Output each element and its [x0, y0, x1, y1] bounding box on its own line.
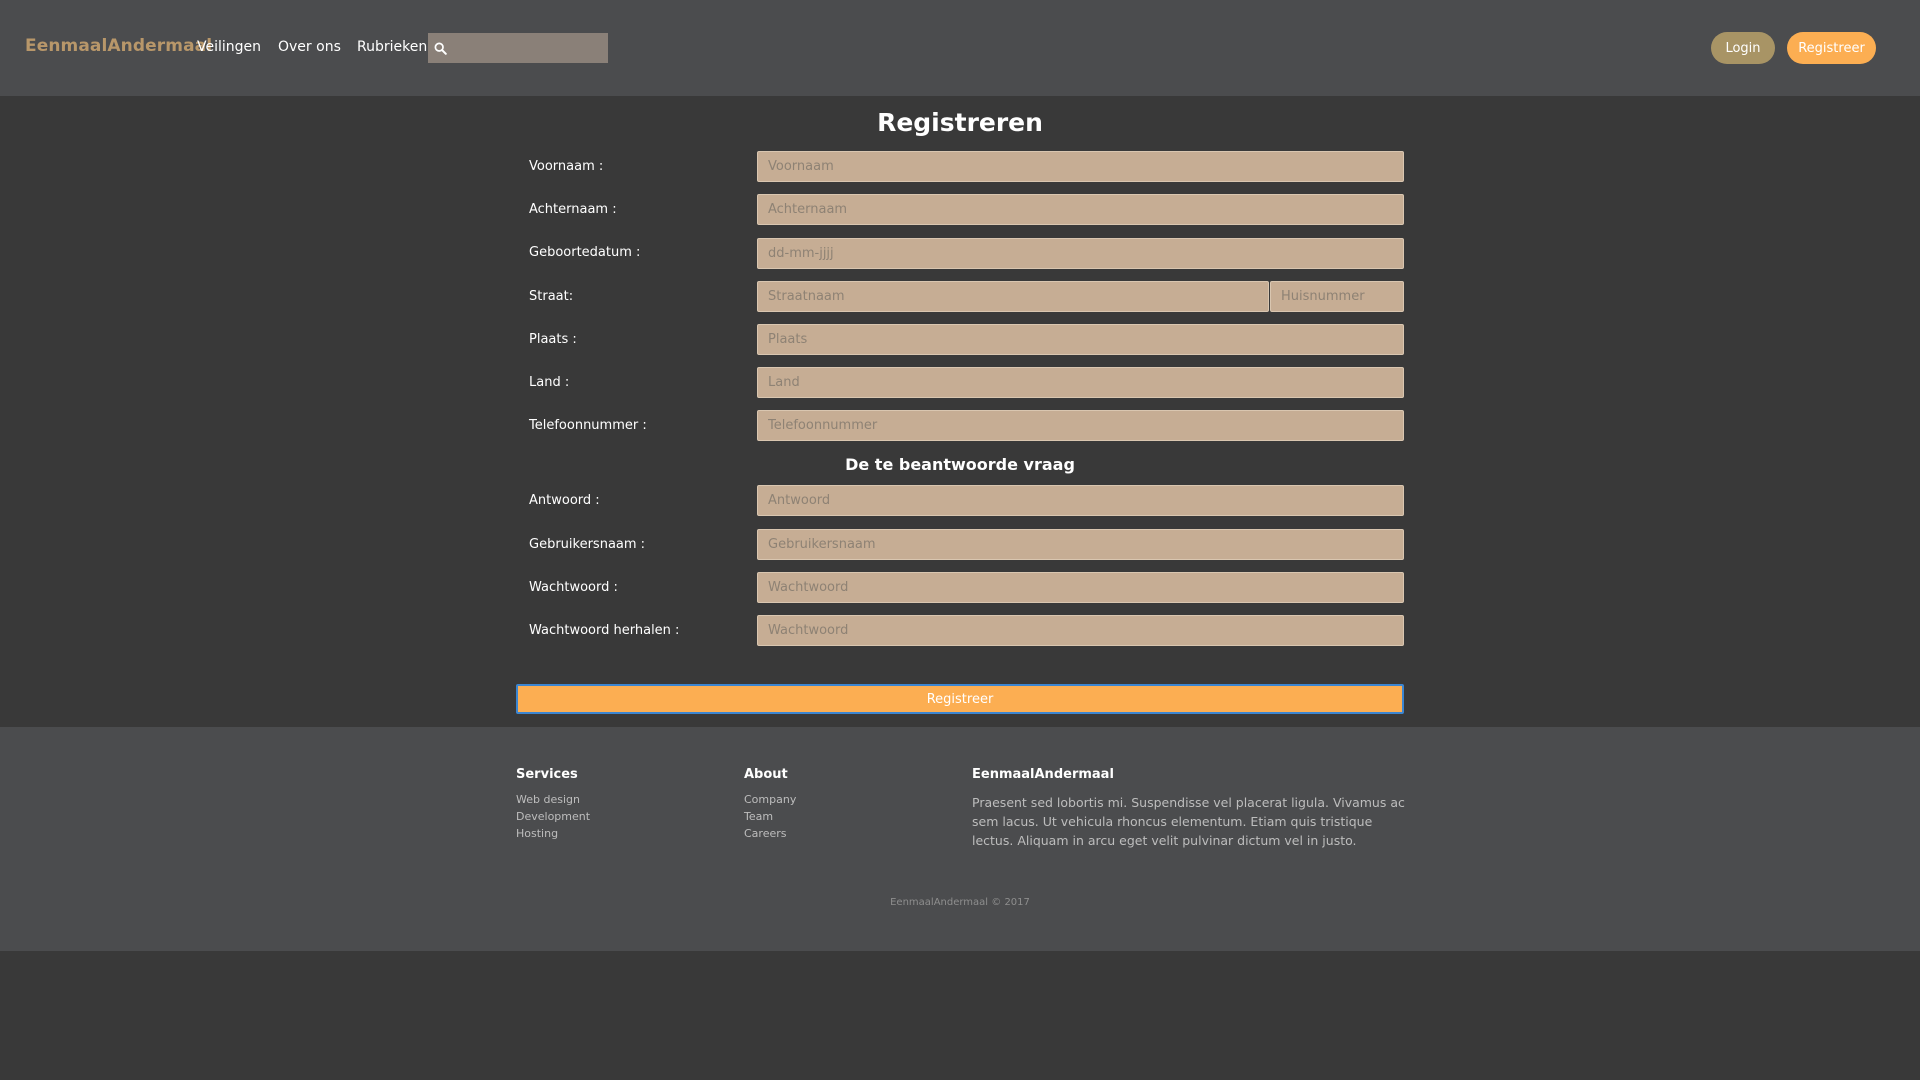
land-field[interactable] — [757, 367, 1404, 398]
footer-link-hosting[interactable]: Hosting — [516, 827, 558, 840]
copyright-text: EenmaalAndermaal © 2017 — [890, 897, 1030, 908]
search-box — [428, 33, 622, 63]
footer-about-heading: About — [744, 767, 788, 782]
footer-link-company[interactable]: Company — [744, 793, 796, 806]
nav-link-rubrieken[interactable]: Rubrieken — [357, 39, 427, 55]
gebruikersnaam-field[interactable] — [757, 529, 1404, 560]
security-question-heading: De te beantwoorde vraag — [845, 455, 1075, 474]
wachtwoord-field[interactable] — [757, 572, 1404, 603]
achternaam-field[interactable] — [757, 194, 1404, 225]
wachtwoord-herhalen-label: Wachtwoord herhalen : — [529, 623, 680, 638]
antwoord-field[interactable] — [757, 485, 1404, 516]
wachtwoord-herhalen-field[interactable] — [757, 615, 1404, 646]
geboortedatum-label: Geboortedatum : — [529, 245, 641, 260]
footer-link-team[interactable]: Team — [744, 810, 773, 823]
footer-link-development[interactable]: Development — [516, 810, 590, 823]
antwoord-label: Antwoord : — [529, 493, 600, 508]
footer-company-description: Praesent sed lobortis mi. Suspendisse ve… — [972, 795, 1405, 848]
search-input[interactable] — [452, 33, 622, 63]
achternaam-label: Achternaam : — [529, 202, 617, 217]
wachtwoord-label: Wachtwoord : — [529, 580, 618, 595]
navbar: EenmaalAndermaal Veilingen Over ons Rubr… — [0, 0, 1920, 96]
gebruikersnaam-label: Gebruikersnaam : — [529, 537, 646, 552]
plaats-field[interactable] — [757, 324, 1404, 355]
voornaam-field[interactable] — [757, 151, 1404, 182]
login-button[interactable]: Login — [1711, 32, 1775, 64]
land-label: Land : — [529, 375, 570, 390]
footer-services-heading: Services — [516, 767, 578, 782]
footer-company-heading: EenmaalAndermaal — [972, 767, 1114, 782]
geboortedatum-field[interactable] — [757, 238, 1404, 269]
footer-link-careers[interactable]: Careers — [744, 827, 787, 840]
straat-label: Straat: — [529, 289, 574, 304]
footer-link-web-design[interactable]: Web design — [516, 793, 580, 806]
voornaam-label: Voornaam : — [529, 159, 604, 174]
huisnummer-field[interactable] — [1270, 281, 1404, 312]
plaats-label: Plaats : — [529, 332, 577, 347]
submit-register-button[interactable]: Registreer — [516, 684, 1404, 714]
register-button[interactable]: Registreer — [1787, 32, 1876, 64]
nav-link-veilingen[interactable]: Veilingen — [197, 39, 261, 55]
telefoonnummer-field[interactable] — [757, 410, 1404, 441]
page-title: Registreren — [877, 108, 1043, 137]
brand-logo[interactable]: EenmaalAndermaal — [25, 36, 212, 56]
straatnaam-field[interactable] — [757, 281, 1269, 312]
search-icon — [428, 33, 452, 63]
telefoonnummer-label: Telefoonnummer : — [529, 418, 647, 433]
nav-link-over-ons[interactable]: Over ons — [278, 39, 341, 55]
footer: Services Web design Development Hosting … — [0, 727, 1920, 951]
